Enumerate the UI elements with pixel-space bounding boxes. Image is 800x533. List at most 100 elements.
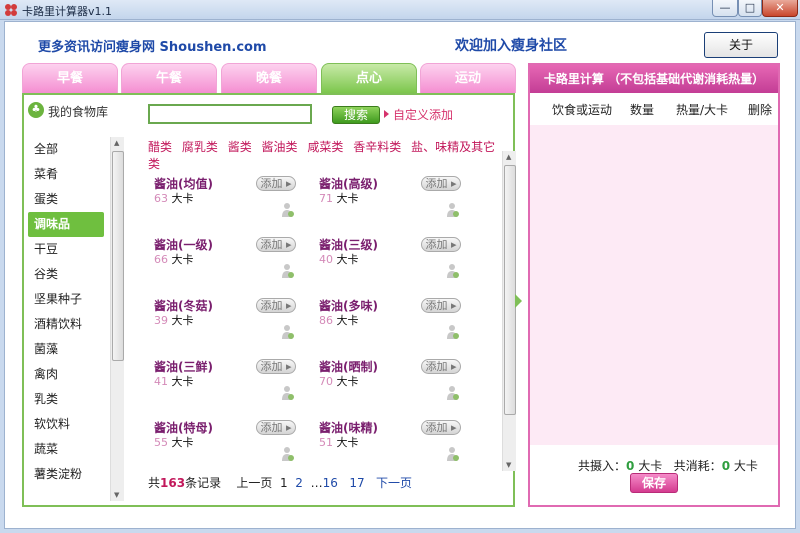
food-scrollbar[interactable]: ▲ ▼: [502, 151, 516, 471]
tab-lunch[interactable]: 午餐: [121, 63, 217, 93]
calorie-unit: 大卡: [336, 375, 359, 388]
food-item: 酱油(味精) 51 大卡 添加 ▸: [319, 419, 484, 461]
add-button-label: 添加: [260, 360, 283, 373]
add-food-button[interactable]: 添加 ▸: [421, 359, 461, 374]
person-add-icon[interactable]: [280, 385, 294, 401]
title-bar: 卡路里计算器v1.1 — □ ✕: [0, 0, 800, 20]
calorie-value: 40: [319, 253, 333, 266]
join-community-link[interactable]: 欢迎加入瘦身社区: [455, 35, 567, 55]
minimize-button[interactable]: —: [712, 0, 738, 17]
food-item: 酱油(冬菇) 39 大卡 添加 ▸: [154, 297, 319, 351]
person-add-icon[interactable]: [445, 446, 459, 461]
page-link[interactable]: 1: [280, 476, 288, 490]
tab-snack[interactable]: 点心: [321, 63, 417, 93]
page-link[interactable]: 17: [349, 476, 364, 490]
tab-exercise[interactable]: 运动: [420, 63, 516, 93]
subcategory-link[interactable]: 咸菜类: [307, 140, 343, 154]
search-button[interactable]: 搜索: [332, 106, 380, 124]
add-button-label: 添加: [425, 421, 448, 434]
category-scrollbar[interactable]: ▲ ▼: [110, 137, 124, 501]
category-item[interactable]: 坚果种子: [28, 287, 104, 312]
person-add-icon[interactable]: [280, 324, 294, 340]
record-count: 163: [160, 476, 186, 490]
add-button-label: 添加: [425, 177, 448, 190]
category-item[interactable]: 酒精饮料: [28, 312, 104, 337]
column-header: 热量/大卡: [676, 103, 729, 117]
promo-link[interactable]: 更多资讯访问瘦身网 Shoushen.com: [38, 36, 267, 55]
intake-value: 0: [626, 459, 635, 473]
calorie-unit: 大卡: [171, 192, 194, 205]
subcategory-link[interactable]: 香辛料类: [353, 140, 401, 154]
food-item: 酱油(多味) 86 大卡 添加 ▸: [319, 297, 484, 351]
food-scroll-thumb[interactable]: [504, 165, 516, 415]
calorie-unit: 大卡: [171, 253, 194, 266]
person-add-icon[interactable]: [445, 202, 459, 218]
add-food-button[interactable]: 添加 ▸: [421, 420, 461, 435]
add-button-label: 添加: [425, 238, 448, 251]
page-link[interactable]: 2: [295, 476, 303, 490]
calorie-calculator-panel: 卡路里计算 （不包括基础代谢消耗热量） 饮食或运动 数量 热量/大卡 删除 共摄…: [528, 63, 780, 507]
food-calories: 71 大卡: [319, 190, 359, 206]
window-title: 卡路里计算器v1.1: [22, 5, 113, 18]
save-button[interactable]: 保存: [630, 473, 678, 493]
category-item[interactable]: 谷类: [28, 262, 104, 287]
add-food-button[interactable]: 添加 ▸: [256, 176, 296, 191]
add-food-button[interactable]: 添加 ▸: [256, 237, 296, 252]
food-item: 酱油(三级) 40 大卡 添加 ▸: [319, 236, 484, 290]
add-food-button[interactable]: 添加 ▸: [256, 359, 296, 374]
category-item[interactable]: 软饮料: [28, 412, 104, 437]
food-item: 酱油(三鲜) 41 大卡 添加 ▸: [154, 358, 319, 412]
search-input[interactable]: [148, 104, 312, 124]
subcategory-link[interactable]: 醋类: [148, 140, 172, 154]
add-food-button[interactable]: 添加 ▸: [256, 420, 296, 435]
leaf-icon: ♣: [28, 102, 44, 118]
add-food-button[interactable]: 添加 ▸: [256, 298, 296, 313]
subcategory-link[interactable]: 酱油类: [262, 140, 298, 154]
food-calories: 86 大卡: [319, 312, 359, 328]
category-item[interactable]: 干豆: [28, 237, 104, 262]
add-food-button[interactable]: 添加 ▸: [421, 237, 461, 252]
category-item[interactable]: 禽肉: [28, 362, 104, 387]
subcategory-link[interactable]: 酱类: [228, 140, 252, 154]
next-page-link[interactable]: 下一页: [376, 476, 412, 490]
person-add-icon[interactable]: [280, 202, 294, 218]
about-button[interactable]: 关于: [704, 32, 778, 58]
category-item[interactable]: 乳类: [28, 387, 104, 412]
tab-dinner[interactable]: 晚餐: [221, 63, 317, 93]
prev-page-link[interactable]: 上一页: [236, 476, 272, 490]
calorie-value: 71: [319, 192, 333, 205]
category-item[interactable]: 菌藻: [28, 337, 104, 362]
category-item[interactable]: 蔬菜: [28, 437, 104, 462]
food-calories: 41 大卡: [154, 373, 194, 389]
calorie-value: 51: [319, 436, 333, 449]
close-button[interactable]: ✕: [762, 0, 798, 17]
pager-prefix: 共: [148, 476, 161, 490]
add-button-label: 添加: [260, 299, 283, 312]
category-item[interactable]: 菜肴: [28, 162, 104, 187]
page-link[interactable]: 16: [323, 476, 338, 490]
category-item[interactable]: 蛋类: [28, 187, 104, 212]
subcategory-link[interactable]: 腐乳类: [182, 140, 218, 154]
maximize-button[interactable]: □: [738, 0, 762, 17]
calorie-unit: 大卡: [336, 436, 359, 449]
person-add-icon[interactable]: [280, 263, 294, 279]
category-item[interactable]: 全部: [28, 137, 104, 162]
person-add-icon[interactable]: [445, 324, 459, 340]
calorie-unit: 大卡: [171, 375, 194, 388]
person-add-icon[interactable]: [445, 385, 459, 401]
category-item[interactable]: 薯类淀粉: [28, 462, 104, 487]
custom-add-link[interactable]: 自定义添加: [393, 106, 453, 123]
tab-breakfast[interactable]: 早餐: [22, 63, 118, 93]
add-food-button[interactable]: 添加 ▸: [421, 176, 461, 191]
food-item: 酱油(晒制) 70 大卡 添加 ▸: [319, 358, 484, 412]
add-food-button[interactable]: 添加 ▸: [421, 298, 461, 313]
food-library-label: 我的食物库: [48, 105, 109, 119]
category-item-active[interactable]: 调味品: [28, 212, 104, 237]
food-calories: 51 大卡: [319, 434, 359, 450]
person-add-icon[interactable]: [280, 446, 294, 461]
food-calories: 70 大卡: [319, 373, 359, 389]
food-calories: 55 大卡: [154, 434, 194, 450]
category-scroll-thumb[interactable]: [112, 151, 124, 361]
add-button-label: 添加: [260, 177, 283, 190]
person-add-icon[interactable]: [445, 263, 459, 279]
